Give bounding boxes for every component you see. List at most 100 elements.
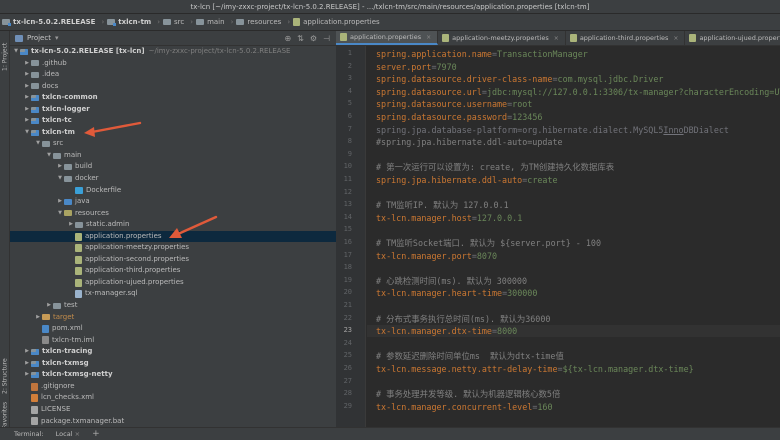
breadcrumb-item-project[interactable]: tx-lcn-5.0.2.RELEASE xyxy=(2,18,95,26)
close-tab-icon[interactable]: × xyxy=(426,34,431,41)
tree-item[interactable]: lcn_checks.xml xyxy=(10,392,336,404)
breadcrumb-item-main[interactable]: main xyxy=(196,18,225,26)
tree-item[interactable]: ▼ main xyxy=(10,150,336,162)
line-number: 10 xyxy=(343,162,352,171)
folder-icon xyxy=(64,164,72,171)
chevron-right-icon[interactable]: ▶ xyxy=(23,92,31,104)
chevron-right-icon[interactable]: ▶ xyxy=(23,369,31,381)
tree-item-label: .github xyxy=(42,58,67,67)
chevron-right-icon[interactable]: ▶ xyxy=(23,69,31,81)
tree-item-label: application-third.properties xyxy=(85,266,181,275)
editor-tab[interactable]: application-meetzy.properties × xyxy=(438,31,566,45)
tree-item[interactable]: ▼ txlcn-tm xyxy=(10,127,336,139)
split-icon[interactable]: ⇅ xyxy=(297,34,304,43)
chevron-right-icon[interactable]: ▶ xyxy=(23,81,31,93)
tree-item[interactable]: ▼ src xyxy=(10,138,336,150)
resources-folder-icon xyxy=(64,210,72,217)
editor-tab[interactable]: application-third.properties × xyxy=(566,31,686,45)
chevron-right-icon[interactable]: ▶ xyxy=(56,196,64,208)
breadcrumb-item-module[interactable]: txlcn-tm xyxy=(107,18,151,26)
code-editor[interactable]: spring.application.name=TransactionManag… xyxy=(367,46,780,427)
tree-item[interactable]: tx-manager.sql xyxy=(10,288,336,300)
code-line: spring.application.name=TransactionManag… xyxy=(376,48,588,60)
globe-icon[interactable]: ⊕ xyxy=(284,34,291,43)
editor-tab[interactable]: application-ujued.properties× xyxy=(685,31,780,45)
line-number: 15 xyxy=(343,225,352,234)
properties-file-icon xyxy=(340,33,347,41)
terminal-tab-local[interactable]: Local × xyxy=(56,430,80,438)
code-token: tx-lcn.manager.port xyxy=(376,250,472,261)
tree-item[interactable]: application-meetzy.properties xyxy=(10,242,336,254)
chevron-right-icon[interactable]: ▶ xyxy=(23,346,31,358)
gear-icon[interactable]: ⚙ xyxy=(310,34,317,43)
tree-item[interactable]: ▶ static.admin xyxy=(10,219,336,231)
tree-item[interactable]: ▼ tx-lcn-5.0.2.RELEASE [tx-lcn] ~/imy-zxxc… xyxy=(10,46,336,58)
tree-item[interactable]: ▶ txlcn-txmsg-netty xyxy=(10,369,336,381)
tree-item[interactable]: ▼ resources xyxy=(10,208,336,220)
tool-tab-structure[interactable]: 2: Structure xyxy=(0,353,10,399)
tree-item[interactable]: ▶ .github xyxy=(10,58,336,70)
tree-item[interactable]: ▶ target xyxy=(10,312,336,324)
code-token: DBDialect xyxy=(683,124,729,135)
tree-item[interactable]: ▶ txlcn-tc xyxy=(10,115,336,127)
chevron-down-icon[interactable]: ▼ xyxy=(56,173,64,185)
chevron-right-icon[interactable]: ▶ xyxy=(23,115,31,127)
chevron-right-icon[interactable]: ▶ xyxy=(34,312,42,324)
tree-item[interactable]: ▶ java xyxy=(10,196,336,208)
close-icon[interactable]: × xyxy=(75,430,80,438)
tree-item[interactable]: application-third.properties xyxy=(10,265,336,277)
tree-item[interactable]: LICENSE xyxy=(10,404,336,416)
tree-item[interactable]: application-ujued.properties xyxy=(10,277,336,289)
chevron-right-icon: › xyxy=(230,18,234,26)
tree-item[interactable]: ▶ txlcn-common xyxy=(10,92,336,104)
code-line: # TM监听Socket端口. 默认为 ${server.port} - 100 xyxy=(376,237,601,249)
tree-item[interactable]: ▶ txlcn-logger xyxy=(10,104,336,116)
tree-item[interactable]: ▶ test xyxy=(10,300,336,312)
tree-item[interactable]: txlcn-tm.iml xyxy=(10,335,336,347)
chevron-right-icon[interactable]: ▶ xyxy=(56,161,64,173)
add-terminal-icon[interactable]: + xyxy=(92,429,100,439)
code-token: spring.jpa.hibernate.ddl-auto xyxy=(376,175,523,185)
hide-icon[interactable]: ⊣ xyxy=(323,34,330,43)
tree-item[interactable]: ▶ .idea xyxy=(10,69,336,81)
tree-item[interactable]: application-second.properties xyxy=(10,254,336,266)
tree-item[interactable]: .gitignore xyxy=(10,381,336,393)
tree-item-label: static.admin xyxy=(86,220,130,229)
tree-item[interactable]: pom.xml xyxy=(10,323,336,335)
tree-item[interactable]: ▶ build xyxy=(10,161,336,173)
breadcrumb-item-file[interactable]: application.properties xyxy=(293,18,380,26)
chevron-down-icon[interactable]: ▼ xyxy=(45,150,53,162)
tree-item[interactable]: ▶ txlcn-tracing xyxy=(10,346,336,358)
chevron-right-icon[interactable]: ▶ xyxy=(67,219,75,231)
project-view-selector[interactable]: Project ▾ xyxy=(15,34,58,42)
chevron-down-icon[interactable]: ▼ xyxy=(12,46,20,58)
chevron-right-icon[interactable]: ▶ xyxy=(23,58,31,70)
tree-item[interactable]: ▼ docker xyxy=(10,173,336,185)
chevron-down-icon[interactable]: ▼ xyxy=(56,208,64,220)
properties-file-icon xyxy=(689,34,697,42)
code-token: 123456 xyxy=(512,112,543,122)
chevron-down-icon[interactable]: ▼ xyxy=(34,138,42,150)
breadcrumb-item-src[interactable]: src xyxy=(163,18,184,26)
tree-item[interactable]: package.txmanager.bat xyxy=(10,416,336,428)
breadcrumb-item-resources[interactable]: resources xyxy=(236,18,281,26)
tool-tab-favorites[interactable]: Favorites xyxy=(0,401,10,428)
chevron-right-icon[interactable]: ▶ xyxy=(45,300,53,312)
tree-item[interactable]: ▶ txlcn-txmsg xyxy=(10,358,336,370)
tree-item[interactable]: application.properties xyxy=(10,230,336,243)
tree-item[interactable]: ▶ docs xyxy=(10,81,336,93)
chevron-down-icon[interactable]: ▼ xyxy=(23,127,31,139)
tree-item-label: tx-manager.sql xyxy=(85,289,138,298)
line-number: 25 xyxy=(343,351,352,360)
tree-item[interactable]: Dockerfile xyxy=(10,185,336,197)
chevron-right-icon[interactable]: ▶ xyxy=(23,104,31,116)
properties-file-icon xyxy=(569,34,577,42)
close-tab-icon[interactable]: × xyxy=(673,35,678,42)
tool-tab-project[interactable]: 1: Project xyxy=(0,35,10,79)
chevron-right-icon[interactable]: ▶ xyxy=(23,358,31,370)
close-tab-icon[interactable]: × xyxy=(554,35,559,42)
terminal-label[interactable]: Terminal: xyxy=(14,430,44,438)
editor-tab[interactable]: application.properties × xyxy=(336,31,439,45)
line-number: 13 xyxy=(343,200,352,209)
text-file-icon xyxy=(31,405,38,414)
